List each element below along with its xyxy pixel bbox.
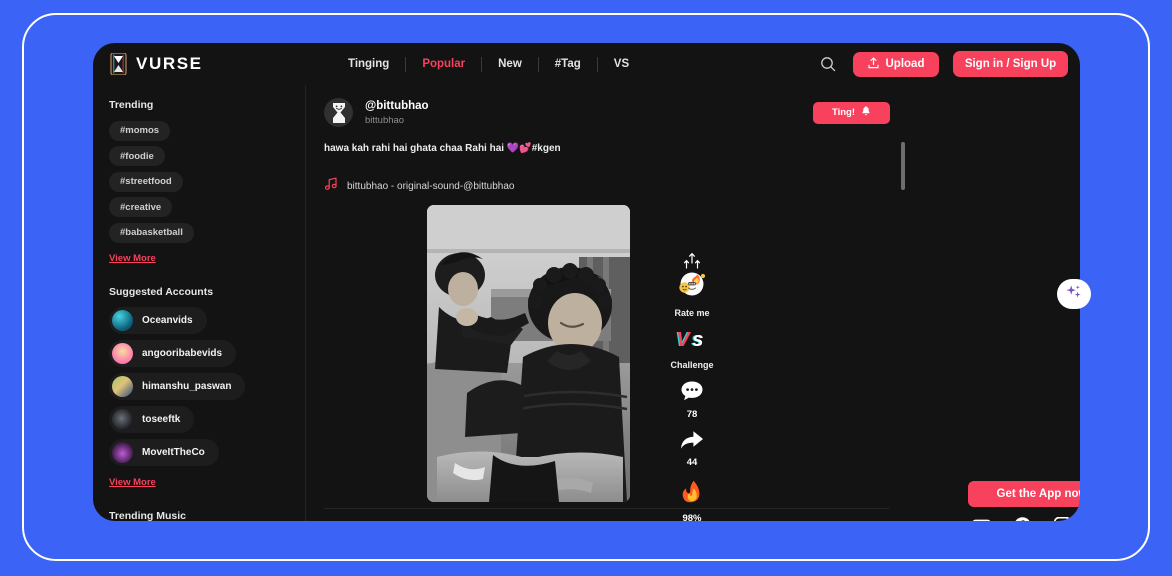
- instagram-icon[interactable]: [1054, 517, 1071, 521]
- account-name: angooribabevids: [142, 347, 223, 359]
- ai-assistant-button[interactable]: [1057, 279, 1091, 309]
- upload-label: Upload: [885, 58, 925, 70]
- hot-score-action[interactable]: 98%: [681, 480, 703, 521]
- list-item[interactable]: himanshu_paswan: [109, 372, 246, 400]
- video-action-rail: Rate me V V s s Challenge 78 44 98%: [660, 205, 724, 521]
- post-username: bittubhao: [365, 114, 405, 126]
- trending-music-heading: Trending Music: [109, 509, 187, 522]
- youtube-icon[interactable]: [972, 519, 991, 521]
- user-avatar-icon[interactable]: [324, 98, 353, 127]
- list-item[interactable]: angooribabevids: [109, 339, 237, 367]
- hourglass-icon: [110, 52, 127, 76]
- sparkles-icon: [1065, 283, 1083, 306]
- right-panel: Get the App now: [910, 85, 1080, 521]
- trending-tag-list: #momos #foodie #streetfood #creative #ba…: [109, 120, 305, 248]
- comments-count: 78: [686, 409, 698, 420]
- social-links: [972, 517, 1080, 521]
- feed-column: @bittubhao bittubhao Ting! hawa kah rahi…: [305, 85, 910, 521]
- tab-new[interactable]: New: [482, 58, 538, 70]
- post-music-row[interactable]: bittubhao - original-sound-@bittubhao: [324, 177, 890, 196]
- trending-heading: Trending: [109, 99, 154, 111]
- tab-vs[interactable]: VS: [598, 58, 645, 70]
- account-name: toseeftk: [142, 413, 181, 425]
- brand-name: VURSE: [136, 54, 203, 73]
- bell-icon: [861, 105, 871, 120]
- challenge-action[interactable]: V V s s Challenge: [670, 327, 713, 370]
- suggested-accounts-heading: Suggested Accounts: [109, 285, 214, 298]
- hot-score-value: 98%: [682, 513, 702, 521]
- account-name: himanshu_paswan: [142, 380, 232, 392]
- challenge-label: Challenge: [670, 360, 714, 370]
- rate-me-emoji-icon: [672, 251, 712, 304]
- trending-tag[interactable]: #babasketball: [109, 222, 194, 243]
- share-action[interactable]: 44: [680, 430, 704, 468]
- list-item[interactable]: toseeftk: [109, 405, 195, 433]
- search-icon[interactable]: [817, 53, 839, 75]
- caption-emoji: 💜💕: [506, 143, 532, 154]
- music-note-icon: [324, 177, 338, 196]
- avatar: [112, 342, 133, 364]
- music-title: bittubhao - original-sound-@bittubhao: [347, 181, 515, 192]
- post-caption: hawa kah rahi hai ghata chaa Rahi hai 💜💕…: [324, 143, 890, 154]
- avatar: [112, 408, 133, 430]
- topbar-actions: Upload Sign in / Sign Up: [817, 51, 1068, 77]
- avatar: [112, 441, 133, 463]
- share-arrow-icon: [680, 430, 704, 455]
- get-the-app-button[interactable]: Get the App now: [968, 481, 1080, 507]
- upload-icon: [867, 56, 879, 72]
- trending-view-more-link[interactable]: View More: [109, 253, 156, 264]
- svg-text:V: V: [676, 329, 691, 351]
- avatar: [112, 309, 133, 331]
- trending-tag[interactable]: #creative: [109, 197, 173, 217]
- post-handle[interactable]: @bittubhao: [365, 100, 429, 112]
- top-navigation-bar: VURSE Tinging Popular New #Tag VS Upload…: [93, 43, 1080, 85]
- caption-hashtag[interactable]: #kgen: [532, 143, 561, 154]
- fire-icon: [681, 480, 703, 511]
- nav-tabs: Tinging Popular New #Tag VS: [332, 56, 645, 72]
- ting-label: Ting!: [831, 107, 856, 118]
- left-sidebar: Trending #momos #foodie #streetfood #cre…: [93, 85, 305, 521]
- tab-popular[interactable]: Popular: [406, 58, 481, 70]
- feed-scrollbar[interactable]: [901, 142, 905, 190]
- list-item[interactable]: MoveItTheCo: [109, 438, 219, 466]
- tab-tag[interactable]: #Tag: [539, 58, 597, 70]
- upload-button[interactable]: Upload: [853, 51, 939, 77]
- feed-divider: [324, 508, 889, 509]
- share-count: 44: [686, 457, 698, 468]
- video-player[interactable]: [427, 205, 630, 502]
- tab-tinging[interactable]: Tinging: [332, 58, 405, 70]
- trending-tag[interactable]: #foodie: [109, 146, 165, 166]
- suggested-view-more-link[interactable]: View More: [109, 477, 156, 488]
- signin-signup-button[interactable]: Sign in / Sign Up: [953, 51, 1068, 77]
- avatar: [112, 375, 133, 397]
- trending-tag[interactable]: #momos: [109, 120, 171, 141]
- brand-logo[interactable]: VURSE: [110, 52, 305, 76]
- facebook-icon[interactable]: [1014, 517, 1031, 521]
- ting-button[interactable]: Ting!: [813, 101, 890, 124]
- post-author: @bittubhao bittubhao: [365, 100, 429, 126]
- trending-tag[interactable]: #streetfood: [109, 171, 183, 192]
- suggested-accounts-list: Oceanvids angooribabevids himanshu_paswa…: [109, 306, 305, 466]
- svg-text:s: s: [692, 329, 703, 351]
- account-name: Oceanvids: [142, 314, 193, 326]
- list-item[interactable]: Oceanvids: [109, 306, 207, 334]
- comment-icon: [680, 380, 704, 407]
- comments-action[interactable]: 78: [680, 380, 704, 420]
- app-window: VURSE Tinging Popular New #Tag VS Upload…: [93, 43, 1080, 521]
- caption-text: hawa kah rahi hai ghata chaa Rahi hai: [324, 143, 507, 154]
- vs-icon: V V s s: [674, 327, 710, 356]
- account-name: MoveItTheCo: [142, 446, 205, 458]
- rate-me-label: Rate me: [674, 308, 710, 318]
- post-header: @bittubhao bittubhao Ting!: [324, 98, 890, 127]
- rate-me-action[interactable]: Rate me: [672, 251, 712, 318]
- post-body: Rate me V V s s Challenge 78 44 98%: [324, 205, 890, 521]
